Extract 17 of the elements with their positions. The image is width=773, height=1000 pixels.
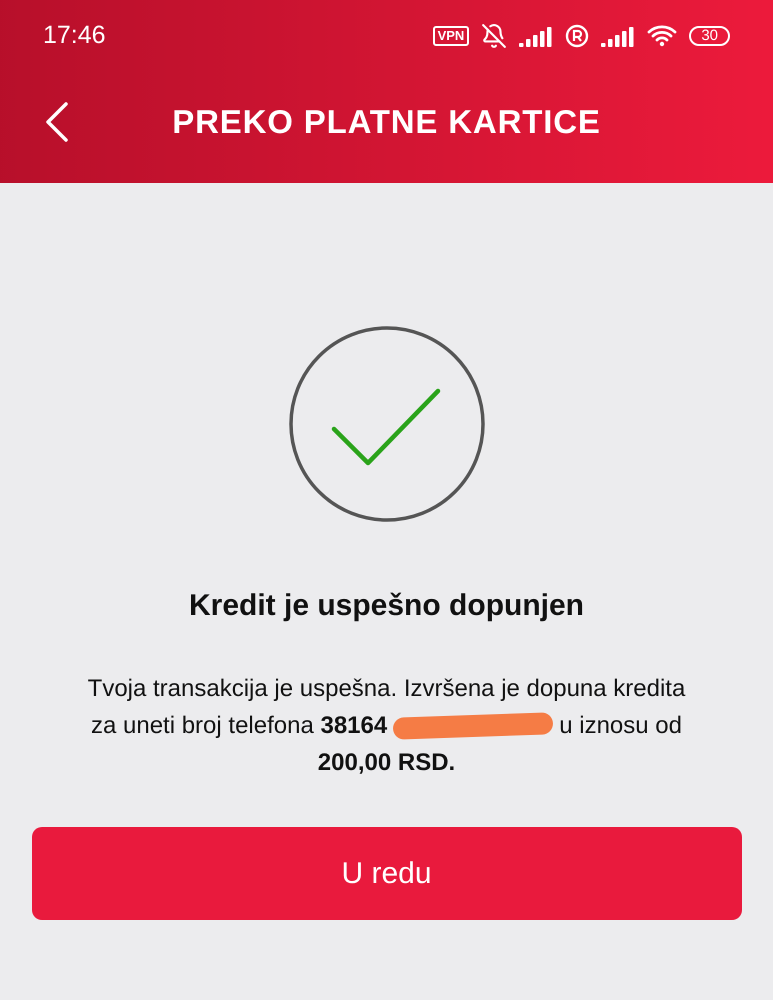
back-icon[interactable] (44, 101, 70, 143)
message-text: Tvoja transakcija je uspešna. Izvršena je dopuna kredita (88, 674, 686, 704)
roaming-icon (565, 24, 590, 48)
message-text: u iznosu od (559, 711, 682, 741)
signal-icon (601, 25, 636, 47)
wifi-icon (647, 24, 678, 48)
status-time: 17:46 (43, 20, 106, 52)
success-check-icon (288, 325, 486, 523)
success-title: Kredit je uspešno dopunjen (188, 588, 584, 624)
vpn-badge: VPN (432, 26, 470, 46)
signal-icon (519, 25, 554, 47)
ok-button[interactable]: U redu (32, 827, 742, 920)
message-text: za uneti broj telefona 38164 (90, 711, 388, 741)
message-text: 200,00 RSD. (318, 748, 456, 778)
battery-icon: 30 (689, 26, 730, 46)
muted-bell-icon (481, 23, 508, 49)
page-title: PREKO PLATNE KARTICE (171, 102, 602, 142)
